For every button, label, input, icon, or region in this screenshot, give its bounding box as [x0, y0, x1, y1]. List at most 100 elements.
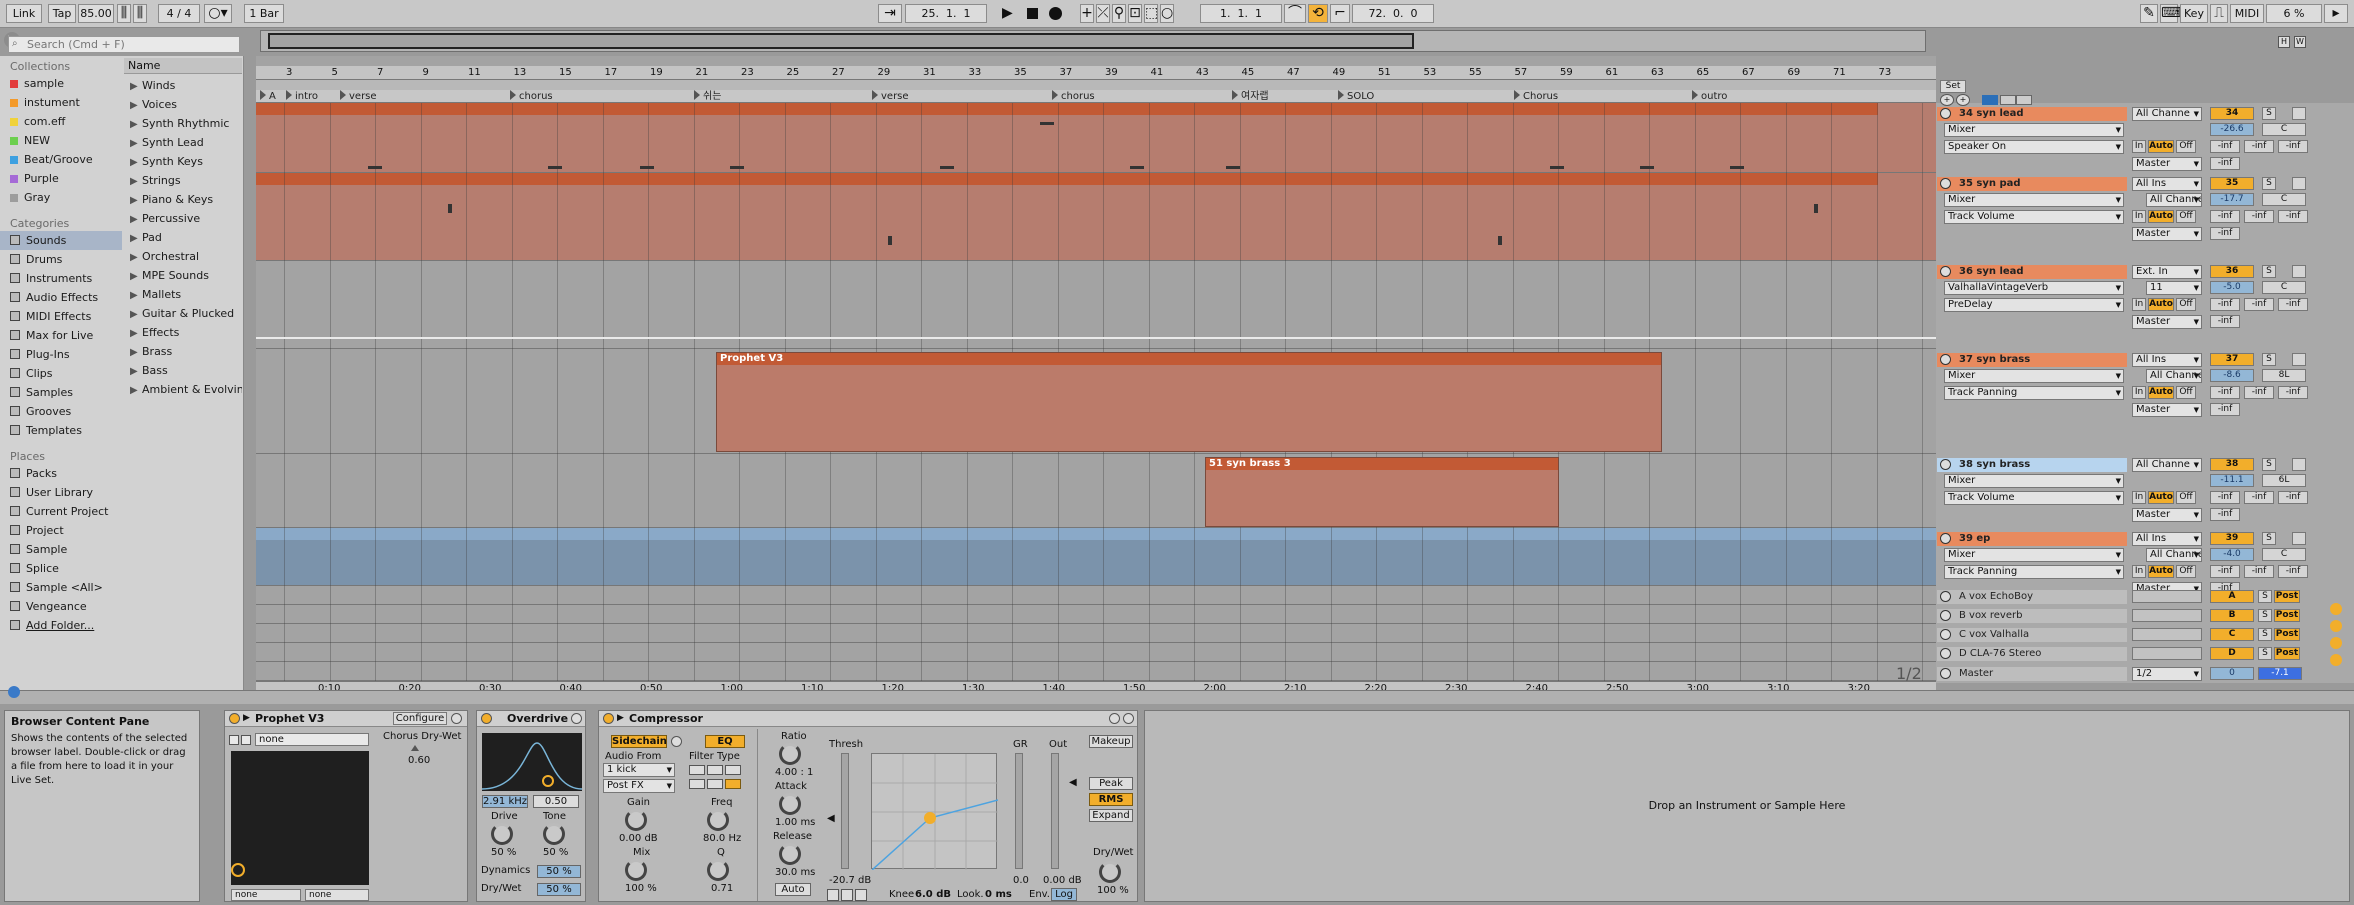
notch-icon[interactable]	[689, 779, 705, 789]
locator[interactable]: SOLO	[1338, 90, 1374, 103]
device-chooser[interactable]: Mixer	[1944, 369, 2124, 383]
place-7[interactable]: Vengeance	[0, 597, 122, 616]
content-item[interactable]: ▶ Pad	[124, 228, 242, 247]
place-1[interactable]: User Library	[0, 483, 122, 502]
return-activator[interactable]: A	[2210, 590, 2254, 603]
return-output[interactable]	[2132, 590, 2202, 603]
track-activator[interactable]: 37	[2210, 353, 2254, 366]
track-header[interactable]: 34 syn lead	[1937, 107, 2127, 121]
output-select[interactable]: Master	[2132, 508, 2202, 522]
clip-fade-icon[interactable]	[2000, 95, 2016, 105]
midi-map-button[interactable]: MIDI	[2230, 4, 2264, 23]
bandpass-icon[interactable]	[707, 765, 723, 775]
automation-arm-icon[interactable]: ⤫	[1096, 4, 1110, 23]
return-track-header[interactable]: B vox reverb	[1937, 609, 2127, 623]
output-select[interactable]: Master	[2132, 227, 2202, 241]
return-output[interactable]	[2132, 609, 2202, 622]
monitor-auto[interactable]: Auto	[2148, 210, 2174, 223]
input-channel-select[interactable]: All Channe	[2146, 548, 2202, 562]
re-enable-automation-icon[interactable]: ⚲	[1112, 4, 1126, 23]
sidechain-listen-icon[interactable]	[671, 736, 682, 747]
monitor-in[interactable]: In	[2132, 140, 2146, 153]
content-item[interactable]: ▶ Brass	[124, 342, 242, 361]
send-field[interactable]: -inf	[2210, 140, 2240, 153]
place-2[interactable]: Current Project	[0, 502, 122, 521]
category-0[interactable]: Sounds	[0, 231, 122, 250]
midi-note[interactable]	[1226, 166, 1240, 169]
collection-6[interactable]: Gray	[0, 188, 122, 207]
drive-knob[interactable]	[491, 823, 513, 845]
device-chooser[interactable]: ValhallaVintageVerb	[1944, 281, 2124, 295]
send-field[interactable]: -inf	[2244, 210, 2274, 223]
midi-note[interactable]	[368, 166, 382, 169]
auto-release-button[interactable]: Auto	[775, 883, 811, 896]
parameter-chooser[interactable]: PreDelay	[1944, 298, 2124, 312]
send-field[interactable]: -inf	[2210, 210, 2240, 223]
solo-button[interactable]: S	[2258, 628, 2272, 641]
loop-len-beat[interactable]: 0	[1393, 7, 1400, 20]
send-field[interactable]: -inf	[2210, 403, 2240, 416]
loop-len-bar[interactable]: 72	[1369, 7, 1383, 20]
metronome-icon[interactable]: ⫼	[117, 4, 131, 23]
pan-field[interactable]: C	[2262, 548, 2306, 561]
solo-button[interactable]: S	[2262, 353, 2276, 366]
q-knob[interactable]	[707, 859, 729, 881]
output-select[interactable]: Master	[2132, 315, 2202, 329]
fold-icon[interactable]: ▶	[617, 713, 624, 723]
parameter-chooser[interactable]: Track Volume	[1944, 491, 2124, 505]
midi-note[interactable]	[1640, 166, 1654, 169]
output-handle-icon[interactable]: ◀	[1069, 777, 1077, 788]
highpass-icon[interactable]	[725, 765, 741, 775]
shelf-icon[interactable]	[725, 779, 741, 789]
monitor-off[interactable]: Off	[2176, 298, 2196, 311]
input-type-select[interactable]: All Ins	[2132, 532, 2202, 546]
loop-start-beat[interactable]: 1	[1238, 7, 1245, 20]
arm-icon[interactable]	[2292, 107, 2306, 120]
monitor-in[interactable]: In	[2132, 386, 2146, 399]
volume-field[interactable]: -11.1	[2210, 474, 2254, 487]
loop-record-icon[interactable]: ○	[1160, 4, 1174, 23]
y-param-select[interactable]: none	[305, 889, 369, 901]
category-9[interactable]: Grooves	[0, 402, 122, 421]
locator[interactable]: chorus	[1052, 90, 1095, 103]
sidechain-source-select[interactable]: 1 kick	[603, 763, 675, 777]
tone-knob[interactable]	[543, 823, 565, 845]
locator[interactable]: verse	[872, 90, 909, 103]
return-output[interactable]	[2132, 647, 2202, 660]
return-track-header[interactable]: D CLA-76 Stereo	[1937, 647, 2127, 661]
rms-button[interactable]: RMS	[1089, 793, 1133, 806]
listen-icon[interactable]	[855, 889, 867, 901]
drywet-field[interactable]: 50 %	[537, 883, 581, 896]
threshold-meter[interactable]	[841, 753, 849, 869]
device-on-icon[interactable]	[481, 713, 492, 724]
fold-icon[interactable]: ▶	[243, 713, 250, 723]
track-lane[interactable]	[256, 586, 1936, 605]
sidechain-tap-select[interactable]: Post FX	[603, 779, 675, 793]
sig-denominator[interactable]: 4	[184, 7, 191, 20]
collapse-icon[interactable]	[827, 889, 839, 901]
input-type-select[interactable]: All Ins	[2132, 353, 2202, 367]
attack-knob[interactable]	[779, 793, 801, 815]
locator[interactable]: A	[260, 90, 276, 103]
dynamics-field[interactable]: 50 %	[537, 865, 581, 878]
save-preset-icon[interactable]	[451, 713, 462, 724]
category-10[interactable]: Templates	[0, 421, 122, 440]
solo-button[interactable]: S	[2262, 458, 2276, 471]
send-field[interactable]: -inf	[2210, 386, 2240, 399]
parameter-chooser[interactable]: Track Volume	[1944, 210, 2124, 224]
category-3[interactable]: Audio Effects	[0, 288, 122, 307]
draw-mode-icon[interactable]: ✎	[2140, 4, 2158, 23]
drywet-knob[interactable]	[1099, 861, 1121, 883]
device-on-icon[interactable]	[229, 713, 240, 724]
track-lane[interactable]	[256, 454, 1936, 528]
midi-note[interactable]	[1040, 122, 1054, 125]
fold-icon[interactable]	[1940, 178, 1951, 189]
locators-lane[interactable]: Aintro verse chorus 쉬는 verse chorus 여자랩 SOLO Cho…	[256, 90, 1936, 103]
midi-note[interactable]	[448, 204, 452, 213]
send-field[interactable]: -inf	[2278, 386, 2308, 399]
fold-icon[interactable]	[1940, 459, 1951, 470]
volume-field[interactable]: -5.0	[2210, 281, 2254, 294]
keyboard-icon[interactable]: ⌨	[2160, 4, 2181, 23]
quantize-menu[interactable]: 1 Bar	[244, 4, 284, 23]
track-lane[interactable]	[256, 605, 1936, 624]
